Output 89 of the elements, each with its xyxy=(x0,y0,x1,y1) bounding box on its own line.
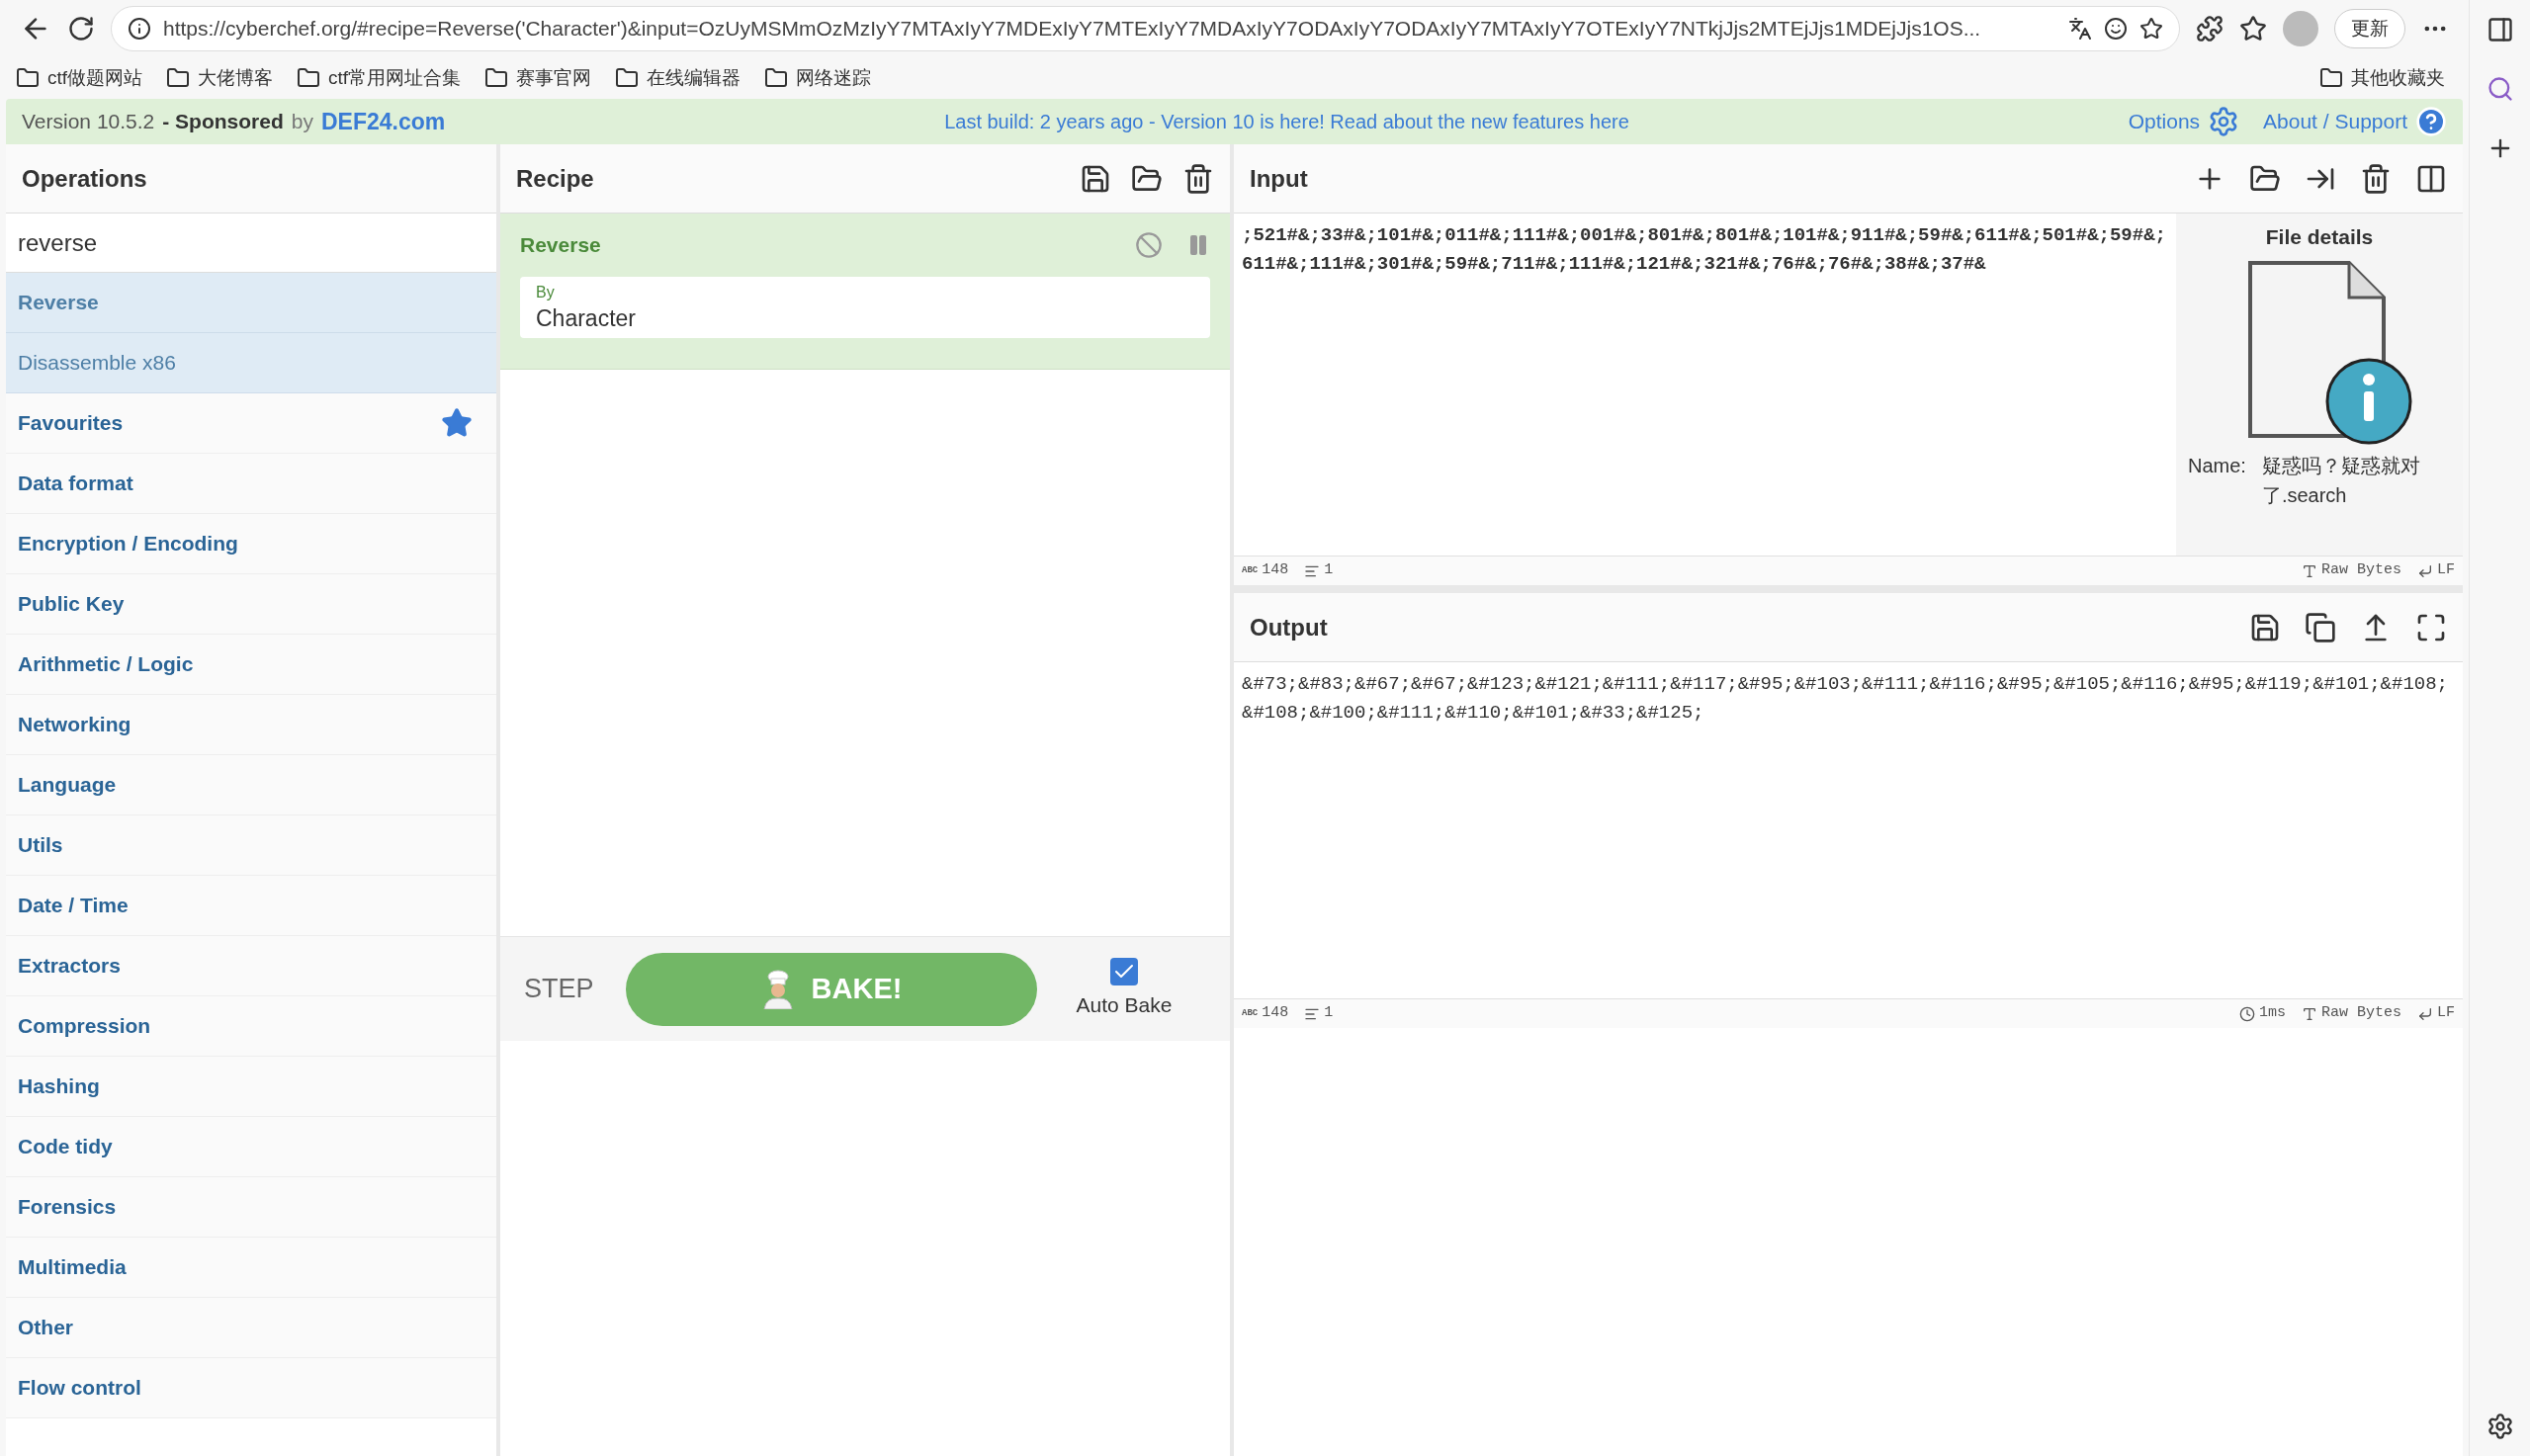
clock-icon xyxy=(2238,1005,2255,1022)
charset-selector[interactable]: Raw Bytes xyxy=(2320,1002,2401,1025)
output-text: &#73;&#83;&#67;&#67;&#123;&#121;&#111;&#117;&#95;&#103;&#111;&#116;&#95;&#105;&#116;&#95;&#119;&#101;&#108;&#108;&#100;&#111;&#110;&#101;&#33;&#125; xyxy=(1242,673,2448,724)
category-label[interactable]: Utils xyxy=(18,829,63,861)
emoji-icon[interactable] xyxy=(2104,17,2128,41)
category-label[interactable]: Compression xyxy=(18,1010,151,1042)
about-link[interactable]: About / Support xyxy=(2263,106,2407,137)
category-label[interactable]: Hashing xyxy=(18,1071,100,1102)
reload-icon[interactable] xyxy=(67,15,95,43)
version-text: Version 10.5.2 xyxy=(22,109,155,135)
other-bookmarks[interactable]: 其他收藏夹 xyxy=(2351,63,2445,93)
translate-icon[interactable] xyxy=(2068,17,2092,41)
length-label: ABC xyxy=(1242,1006,1259,1020)
category-label[interactable]: Data format xyxy=(18,468,133,499)
copy-icon[interactable] xyxy=(2305,611,2336,643)
bookmark-label[interactable]: 在线编辑器 xyxy=(647,63,742,93)
argument-value: Character xyxy=(536,303,637,333)
bookmark-label[interactable]: ctf常用网址合集 xyxy=(328,63,462,93)
category-label[interactable]: Forensics xyxy=(18,1191,117,1223)
by-text: by xyxy=(291,109,313,135)
category-label[interactable]: Flow control xyxy=(18,1372,141,1404)
category-label[interactable]: Language xyxy=(18,769,117,801)
bookmark-label[interactable]: 赛事官网 xyxy=(516,63,592,93)
panel-title: Recipe xyxy=(516,163,595,194)
length-count: 148 xyxy=(1262,1003,1289,1024)
category-label[interactable]: Favourites xyxy=(18,407,124,439)
help-icon[interactable] xyxy=(2415,106,2447,137)
line-count: 1 xyxy=(1324,560,1334,581)
folder-icon xyxy=(166,66,191,90)
file-name-value: 疑惑吗？疑惑就对了.search xyxy=(2261,453,2421,508)
category-label[interactable]: Arithmetic / Logic xyxy=(18,648,194,680)
category-label[interactable]: Code tidy xyxy=(18,1131,113,1162)
category-label[interactable]: Date / Time xyxy=(18,890,129,921)
sponsor-link[interactable]: DEF24.com xyxy=(320,104,446,139)
update-button[interactable]: 更新 xyxy=(2334,9,2405,48)
input-text[interactable]: ;521#&;33#&;101#&;011#&;111#&;001#&;801#&;801#&;101#&;911#&;59#&;611#&;501#&;59#&;611#&;111#&;301#&;59#&;711#&;111#&;121#&;321#&;76#&;76#&;38#&;37#& xyxy=(1234,214,2176,556)
category-label[interactable]: Multimedia xyxy=(18,1251,127,1283)
bake-time: 1ms xyxy=(2258,1003,2286,1024)
search-icon[interactable] xyxy=(2486,75,2514,103)
panel-title: Output xyxy=(1250,612,1329,642)
bookmark-label[interactable]: 大佬博客 xyxy=(198,63,274,93)
operation-item[interactable]: Disassemble x86 xyxy=(6,333,496,393)
length-label: ABC xyxy=(1242,563,1259,577)
line-count: 1 xyxy=(1324,1003,1334,1024)
star-icon[interactable] xyxy=(441,407,473,439)
category-label[interactable]: Other xyxy=(18,1312,73,1343)
operation-item[interactable]: Reverse xyxy=(6,273,496,333)
site-info-icon[interactable] xyxy=(128,17,151,41)
file-name-label: Name: xyxy=(2188,453,2246,478)
return-icon[interactable] xyxy=(2417,1005,2433,1022)
url-text: https://cyberchef.org/#recipe=Reverse('Character')&input=OzUyMSMmOzMzIyY7MTAxIyY7MDExIyY7MTExIyY7MDAxIyY7ODAxIyY7ODAxIyY7MTAxIyY7OTExIyY7NTkjJjs2MTEjJjs1MDEjJjs1OS... xyxy=(163,16,1981,43)
options-link[interactable]: Options xyxy=(2128,106,2201,137)
panel-title: Operations xyxy=(22,163,147,194)
auto-bake-label: Auto Bake xyxy=(1076,991,1173,1018)
operation-name: Reverse xyxy=(520,232,602,258)
argument-field[interactable]: By Character xyxy=(520,276,1210,338)
folder-icon xyxy=(2319,66,2343,90)
file-details-title: File details xyxy=(2265,224,2374,250)
sidebar-icon[interactable] xyxy=(2486,16,2514,43)
eol-selector[interactable]: LF xyxy=(2437,559,2455,582)
panel-title: Input xyxy=(1250,163,1309,194)
settings-icon[interactable] xyxy=(2486,1413,2514,1440)
folder-icon xyxy=(297,66,321,90)
folder-icon xyxy=(764,66,789,90)
bookmark-label[interactable]: ctf做题网站 xyxy=(47,63,143,93)
argument-label: By xyxy=(536,282,556,302)
charset-selector[interactable]: Raw Bytes xyxy=(2320,559,2401,582)
length-count: 148 xyxy=(1262,560,1289,581)
favorites-icon[interactable] xyxy=(2239,15,2267,43)
eol-selector[interactable]: LF xyxy=(2437,1002,2455,1025)
return-icon[interactable] xyxy=(2417,562,2433,579)
text-icon[interactable] xyxy=(2301,1005,2317,1022)
text-icon[interactable] xyxy=(2301,562,2317,579)
category-label[interactable]: Extractors xyxy=(18,950,121,982)
auto-bake-checkbox[interactable] xyxy=(1110,957,1138,985)
folder-icon xyxy=(484,66,509,90)
step-button[interactable]: STEP xyxy=(524,969,594,1009)
address-bar[interactable]: https://cyberchef.org/#recipe=Reverse('Character')&input=OzUyMSMmOzMzIyY7MTAxIyY7MDExIyY7MTExIyY7MDAxIyY7ODAxIyY7ODAxIyY7MTAxIyY7OTExIyY7NTkjJjs2MTEjJjs1MDEjJjs1OS... xyxy=(111,6,2180,51)
news-link[interactable]: Last build: 2 years ago - Version 10 is here! Read about the new features here xyxy=(944,107,1629,136)
bookmark-label[interactable]: 网络迷踪 xyxy=(796,63,872,93)
folder-icon xyxy=(615,66,640,90)
category-label[interactable]: Public Key xyxy=(18,588,125,620)
folder-icon xyxy=(16,66,40,90)
trash-icon[interactable] xyxy=(2360,162,2392,195)
trash-icon[interactable] xyxy=(1182,162,1214,195)
extension-icon[interactable] xyxy=(2196,15,2224,43)
category-label[interactable]: Networking xyxy=(18,709,131,740)
favorite-star-icon[interactable] xyxy=(2139,17,2163,41)
sponsored-text: - Sponsored xyxy=(162,109,284,135)
